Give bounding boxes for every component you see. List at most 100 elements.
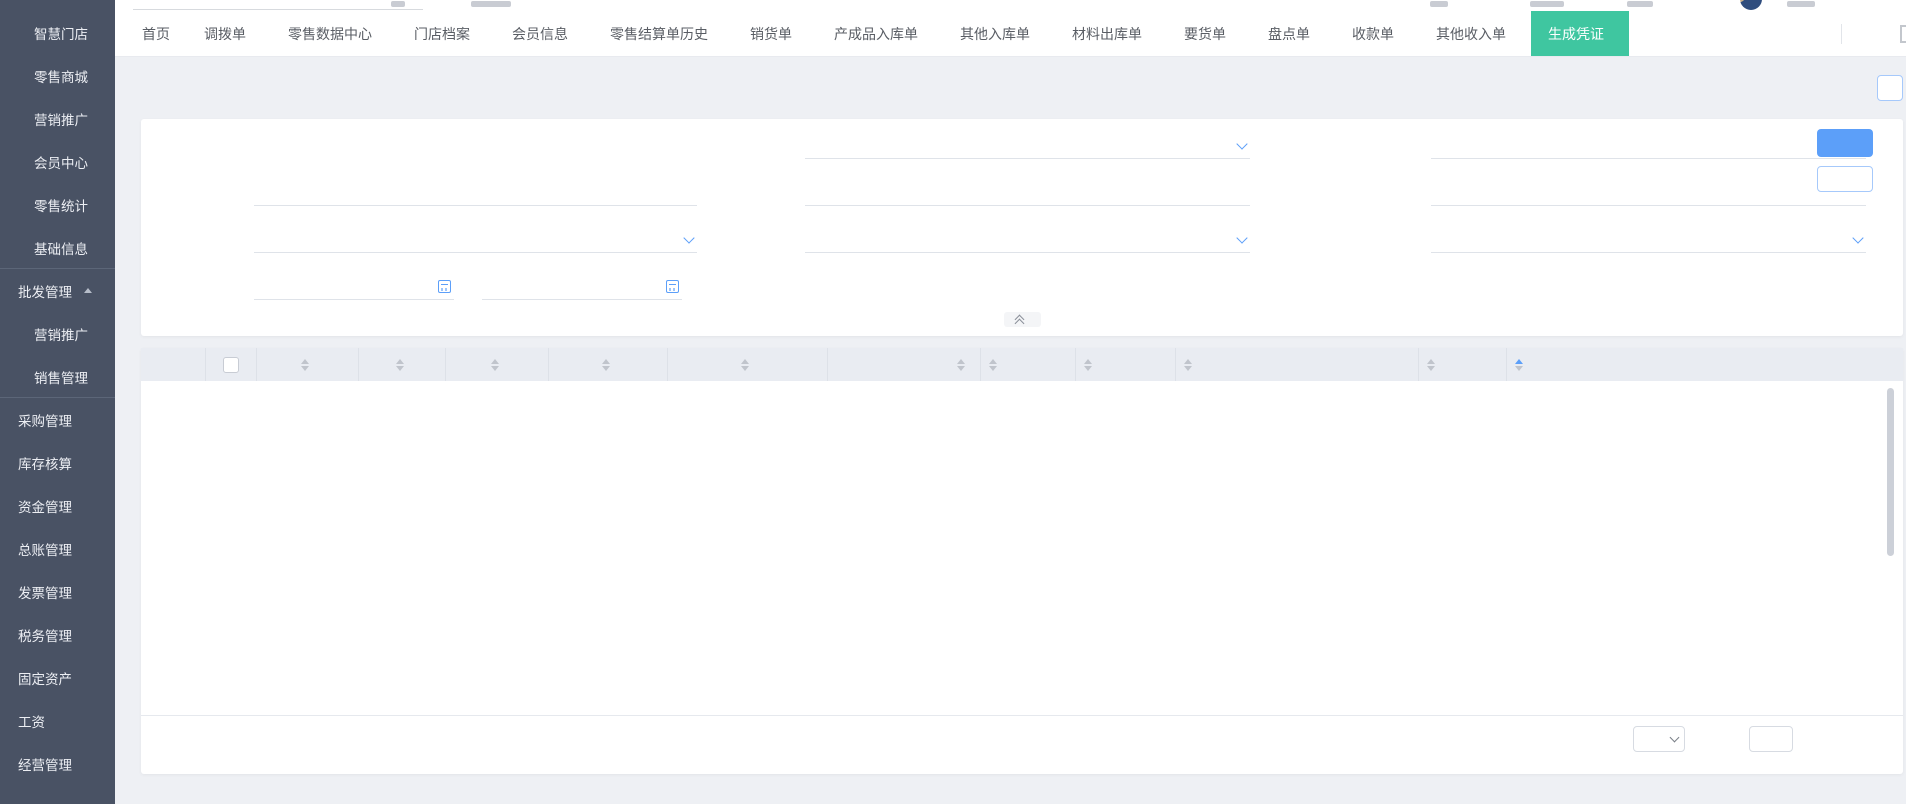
project-picker[interactable] — [1431, 133, 1866, 159]
query-button[interactable] — [1817, 129, 1873, 157]
sidebar-item[interactable]: 发票管理 — [0, 570, 115, 613]
column-settings-button[interactable] — [141, 348, 206, 381]
sidebar-item[interactable]: 零售统计 — [0, 183, 115, 226]
column-header-dept[interactable] — [1076, 348, 1176, 381]
column-header-writeoff[interactable] — [981, 348, 1076, 381]
service-icon[interactable] — [1627, 1, 1653, 7]
tab[interactable]: 调拨单 — [187, 11, 271, 56]
sidebar-item-label: 采购管理 — [18, 413, 72, 429]
tab-label: 收款单 — [1352, 25, 1394, 42]
column-header-source[interactable] — [446, 348, 549, 381]
sidebar-item[interactable]: 经营管理 — [0, 742, 115, 785]
per-page-select[interactable] — [1633, 726, 1685, 752]
tab-label: 材料出库单 — [1072, 25, 1142, 42]
sidebar-item[interactable]: 资金管理 — [0, 484, 115, 527]
message-icon[interactable] — [1430, 1, 1448, 7]
column-header-docdate[interactable] — [1507, 348, 1903, 381]
sidebar-item[interactable]: 基础信息 — [0, 226, 115, 269]
select-all-checkbox[interactable] — [206, 348, 257, 381]
sidebar-item[interactable]: 总账管理 — [0, 527, 115, 570]
avatar[interactable] — [1740, 0, 1762, 10]
tab[interactable]: 生成凭证 — [1531, 11, 1629, 56]
sidebar-nav: 智慧门店 零售商城 营销推广 会员中心 零售统计 基础信息 批发管理 营销推广 … — [0, 11, 115, 785]
column-header-biztype[interactable] — [1419, 348, 1507, 381]
sidebar-item-label: 零售统计 — [34, 198, 88, 214]
doc-type-select[interactable] — [805, 133, 1250, 159]
sort-icon — [601, 358, 610, 371]
column-header-partner[interactable] — [1176, 348, 1419, 381]
tab-label: 会员信息 — [512, 25, 568, 42]
goods-picker[interactable] — [1431, 180, 1866, 206]
tab[interactable]: 盘点单 — [1251, 11, 1335, 56]
tab-label: 首页 — [142, 25, 170, 42]
sidebar-item-label: 工资 — [18, 714, 45, 730]
chevron-up-icon — [84, 288, 92, 293]
tab[interactable]: 首页 — [125, 11, 187, 56]
sidebar-item[interactable]: 零售商城 — [0, 54, 115, 97]
sidebar: 智慧门店 零售商城 营销推广 会员中心 零售统计 基础信息 批发管理 营销推广 … — [0, 0, 115, 804]
chevrons-up-icon — [1014, 314, 1024, 329]
column-header-merge[interactable] — [257, 348, 359, 381]
sidebar-item[interactable]: 营销推广 — [0, 312, 115, 355]
sort-icon — [301, 358, 309, 371]
calendar-icon — [666, 280, 679, 293]
column-header-code[interactable] — [668, 348, 828, 381]
sort-icon — [1427, 358, 1435, 371]
tab[interactable]: 门店档案 — [397, 11, 495, 56]
sidebar-item[interactable]: 营销推广 — [0, 97, 115, 140]
sidebar-item-label: 发票管理 — [18, 585, 72, 601]
tab[interactable]: 要货单 — [1167, 11, 1251, 56]
app-download-icon[interactable] — [1530, 1, 1564, 7]
collapse-filters-button[interactable] — [1003, 312, 1041, 329]
column-header-bookdate[interactable] — [549, 348, 668, 381]
checkbox-icon — [223, 356, 239, 373]
doc-date-from-input[interactable] — [254, 274, 454, 300]
tab-label: 零售结算单历史 — [610, 25, 708, 42]
sidebar-item-label: 固定资产 — [18, 671, 72, 687]
sidebar-item[interactable]: 销售管理 — [0, 355, 115, 398]
sidebar-item[interactable]: 批发管理 — [0, 269, 115, 312]
tab-label: 调拨单 — [204, 25, 246, 42]
zero-amount-select[interactable] — [1431, 227, 1866, 253]
sidebar-item[interactable]: 会员中心 — [0, 140, 115, 183]
warehouse-picker[interactable] — [805, 180, 1250, 206]
tab[interactable]: 材料出库单 — [1055, 11, 1167, 56]
tab-label: 零售数据中心 — [288, 25, 372, 42]
top-header-strip — [115, 0, 1906, 11]
column-header-amount[interactable] — [828, 348, 981, 381]
sidebar-item-label: 销售管理 — [34, 370, 88, 386]
sidebar-item[interactable]: 采购管理 — [0, 398, 115, 441]
tab-label: 门店档案 — [414, 25, 470, 42]
generate-voucher-button[interactable] — [1877, 75, 1903, 101]
vertical-scrollbar[interactable] — [1887, 388, 1894, 556]
pagination-bar — [141, 715, 1903, 762]
sidebar-item-label: 经营管理 — [18, 757, 72, 773]
doc-date-range — [254, 274, 697, 300]
tab-bar: 首页 调拨单 零售数据中心 门店档案 会员信息 零售结算单历史 销货单 产成品入… — [115, 11, 1906, 57]
sort-icon — [989, 358, 997, 371]
tab-label: 生成凭证 — [1548, 25, 1604, 42]
tab[interactable]: 其他入库单 — [943, 11, 1055, 56]
writeoff-detail-select[interactable] — [254, 227, 697, 253]
sidebar-item[interactable]: 税务管理 — [0, 613, 115, 656]
sort-icon — [957, 358, 965, 371]
sidebar-item[interactable]: 库存核算 — [0, 441, 115, 484]
page-number-input[interactable] — [1749, 726, 1793, 752]
sidebar-item[interactable]: 固定资产 — [0, 656, 115, 699]
search-input[interactable] — [133, 9, 423, 10]
doc-date-to-input[interactable] — [482, 274, 682, 300]
tab[interactable]: 其他收入单 — [1419, 11, 1531, 56]
business-type-select[interactable] — [805, 227, 1250, 253]
settings-button[interactable] — [1817, 166, 1873, 192]
tab[interactable]: 零售数据中心 — [271, 11, 397, 56]
tab[interactable]: 零售结算单历史 — [593, 11, 733, 56]
sidebar-item[interactable]: 工资 — [0, 699, 115, 742]
column-header-note[interactable] — [359, 348, 446, 381]
sidebar-item[interactable]: 智慧门店 — [0, 11, 115, 54]
tab[interactable]: 产成品入库单 — [817, 11, 943, 56]
tab[interactable]: 销货单 — [733, 11, 817, 56]
voucher-table — [141, 348, 1903, 774]
tab[interactable]: 会员信息 — [495, 11, 593, 56]
employee-picker[interactable] — [254, 180, 697, 206]
tab[interactable]: 收款单 — [1335, 11, 1419, 56]
